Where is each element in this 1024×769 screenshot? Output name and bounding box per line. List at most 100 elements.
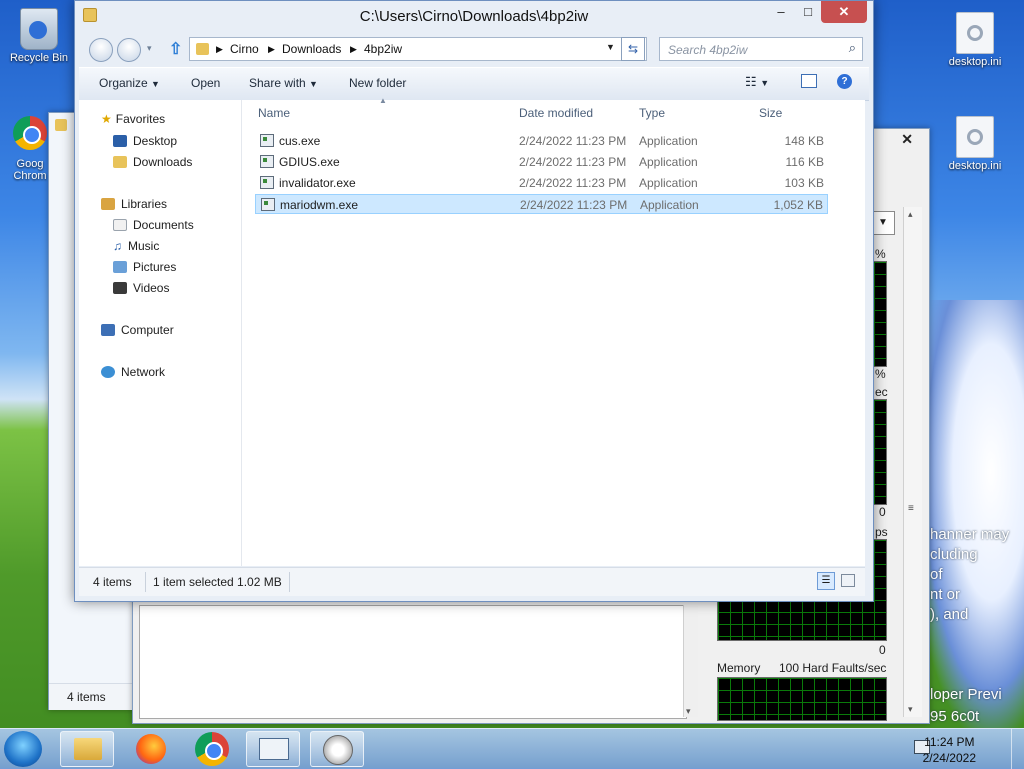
wallpaper-art <box>914 300 1024 730</box>
share-with-button[interactable]: Share with ▼ <box>249 76 318 90</box>
breadcrumb-separator-icon[interactable]: ▶ <box>268 44 275 55</box>
taskbar-window[interactable] <box>246 731 300 767</box>
nav-documents[interactable]: Documents <box>113 218 194 232</box>
nav-desktop[interactable]: Desktop <box>113 134 177 148</box>
file-name: cus.exe <box>279 134 321 148</box>
settings-file-icon <box>956 12 994 54</box>
chrome-icon <box>195 732 229 766</box>
nav-label: Network <box>121 365 166 379</box>
background-item-count: 4 items <box>67 690 106 704</box>
taskbar-firefox[interactable] <box>124 731 178 767</box>
selection-info: 1 item selected 1.02 MB <box>153 575 282 589</box>
libraries-icon <box>101 198 115 210</box>
breadcrumb-cirno[interactable]: Cirno <box>230 42 259 56</box>
scrollbar[interactable]: ≡ ▴ ▾ <box>903 207 922 717</box>
search-box[interactable]: Search 4bp2iw ⌕ <box>659 37 863 61</box>
open-button[interactable]: Open <box>191 76 220 90</box>
desktop-icon-recycle-bin[interactable]: Recycle Bin <box>4 8 74 64</box>
maximize-button[interactable]: □ <box>795 1 821 23</box>
up-arrow-icon[interactable]: ⇧ <box>169 39 182 59</box>
taskbar-explorer[interactable] <box>60 731 114 767</box>
column-header-size[interactable]: Size <box>759 106 782 120</box>
desktop-icon-label: desktop.ini <box>948 160 1002 172</box>
forward-button[interactable] <box>117 38 141 62</box>
clock-date: 2/24/2022 <box>922 751 976 765</box>
close-button[interactable]: ✕ <box>821 1 867 23</box>
close-icon[interactable]: ✕ <box>901 131 913 148</box>
breadcrumb-separator-icon[interactable]: ▶ <box>350 44 357 55</box>
scrollbar[interactable]: ▾ <box>683 605 698 717</box>
column-header-date[interactable]: Date modified <box>519 106 593 120</box>
desktop-icon-desktop-ini[interactable]: desktop.ini <box>940 116 1010 172</box>
large-icons-view-icon[interactable] <box>841 574 855 587</box>
refresh-icon[interactable]: ⇆ <box>621 37 645 61</box>
file-date: 2/24/2022 11:23 PM <box>520 198 628 212</box>
scroll-down-icon[interactable]: ▾ <box>908 704 913 715</box>
wallpaper-text: loper Previ <box>930 686 1002 703</box>
nav-downloads[interactable]: Downloads <box>113 155 192 169</box>
taskbar-chrome[interactable] <box>184 731 238 767</box>
new-folder-button[interactable]: New folder <box>349 76 406 90</box>
file-row-selected[interactable]: mariodwm.exe 2/24/2022 11:23 PM Applicat… <box>255 194 828 214</box>
address-row: ▾ ⇧ ▶ Cirno ▶ Downloads ▶ 4bp2iw ▼ ⇆ Sea… <box>75 33 873 67</box>
organize-button[interactable]: Organize ▼ <box>99 76 160 90</box>
nav-label: Pictures <box>133 260 177 274</box>
window-app-icon <box>259 738 289 760</box>
pictures-icon <box>113 261 127 273</box>
minimize-button[interactable]: – <box>769 1 793 23</box>
navigation-pane[interactable]: ★ Favorites Desktop Downloads Libraries D… <box>79 100 242 566</box>
column-header-type[interactable]: Type <box>639 106 665 120</box>
breadcrumb-downloads[interactable]: Downloads <box>282 42 341 56</box>
nav-favorites[interactable]: ★ Favorites <box>101 112 165 126</box>
preview-pane-icon[interactable] <box>801 74 817 88</box>
search-icon[interactable]: ⌕ <box>849 40 856 56</box>
taskbar-resource-monitor[interactable] <box>310 731 364 767</box>
breadcrumb-4bp2iw[interactable]: 4bp2iw <box>364 42 402 56</box>
clock[interactable]: 11:24 PM 2/24/2022 <box>923 734 976 766</box>
search-input[interactable]: Search 4bp2iw <box>668 43 747 57</box>
nav-label: Documents <box>133 218 194 232</box>
wallpaper-text: cluding <box>930 546 978 563</box>
recycle-bin-icon <box>20 8 58 50</box>
column-header-name[interactable]: Name <box>258 106 290 120</box>
help-icon[interactable]: ? <box>837 74 852 89</box>
nav-computer[interactable]: Computer <box>101 323 174 337</box>
wallpaper-text: nt or <box>930 586 961 603</box>
change-view-icon[interactable]: ☷ ▼ <box>745 74 769 90</box>
title-bar[interactable]: C:\Users\Cirno\Downloads\4bp2iw – □ ✕ <box>75 1 873 31</box>
nav-videos[interactable]: Videos <box>113 281 169 295</box>
resource-list-panel[interactable] <box>139 605 687 719</box>
desktop-icon-desktop-ini[interactable]: desktop.ini <box>940 12 1010 68</box>
file-row[interactable]: cus.exe 2/24/2022 11:23 PM Application 1… <box>255 131 828 151</box>
view-dropdown-icon[interactable]: ▼ <box>871 211 895 235</box>
scroll-up-icon[interactable]: ▴ <box>908 209 913 220</box>
command-bar: Organize ▼ Open Share with ▼ New folder … <box>79 67 869 101</box>
divider <box>289 572 290 592</box>
chrome-icon <box>13 116 47 150</box>
recent-pages-icon[interactable]: ▾ <box>147 43 152 54</box>
documents-icon <box>113 219 127 231</box>
nav-pictures[interactable]: Pictures <box>113 260 176 274</box>
settings-file-icon <box>956 116 994 158</box>
details-view-icon[interactable]: ☰ <box>817 572 835 590</box>
breadcrumb-separator-icon[interactable]: ▶ <box>216 44 223 55</box>
file-row[interactable]: GDIUS.exe 2/24/2022 11:23 PM Application… <box>255 152 828 172</box>
chevron-down-icon: ▼ <box>151 79 160 89</box>
address-bar[interactable]: ▶ Cirno ▶ Downloads ▶ 4bp2iw ▼ <box>189 37 647 61</box>
show-desktop-button[interactable] <box>1011 729 1024 769</box>
gauge-icon <box>323 735 353 765</box>
graph-axis-label: 0 <box>879 643 886 657</box>
scroll-down-icon[interactable]: ▾ <box>686 706 691 717</box>
file-list[interactable]: ▲ Name Date modified Type Size cus.exe 2… <box>255 96 865 566</box>
back-button[interactable] <box>89 38 113 62</box>
start-button[interactable] <box>4 731 42 767</box>
nav-libraries[interactable]: Libraries <box>101 197 167 211</box>
scroll-thumb-icon[interactable]: ≡ <box>908 503 914 514</box>
explorer-window[interactable]: C:\Users\Cirno\Downloads\4bp2iw – □ ✕ ▾ … <box>74 0 874 602</box>
nav-network[interactable]: Network <box>101 365 165 379</box>
nav-music[interactable]: ♫ Music <box>113 239 159 253</box>
file-row[interactable]: invalidator.exe 2/24/2022 11:23 PM Appli… <box>255 173 828 193</box>
wallpaper-text: hanner may <box>930 526 1010 543</box>
address-dropdown-icon[interactable]: ▼ <box>606 42 615 52</box>
folder-icon <box>74 738 102 760</box>
